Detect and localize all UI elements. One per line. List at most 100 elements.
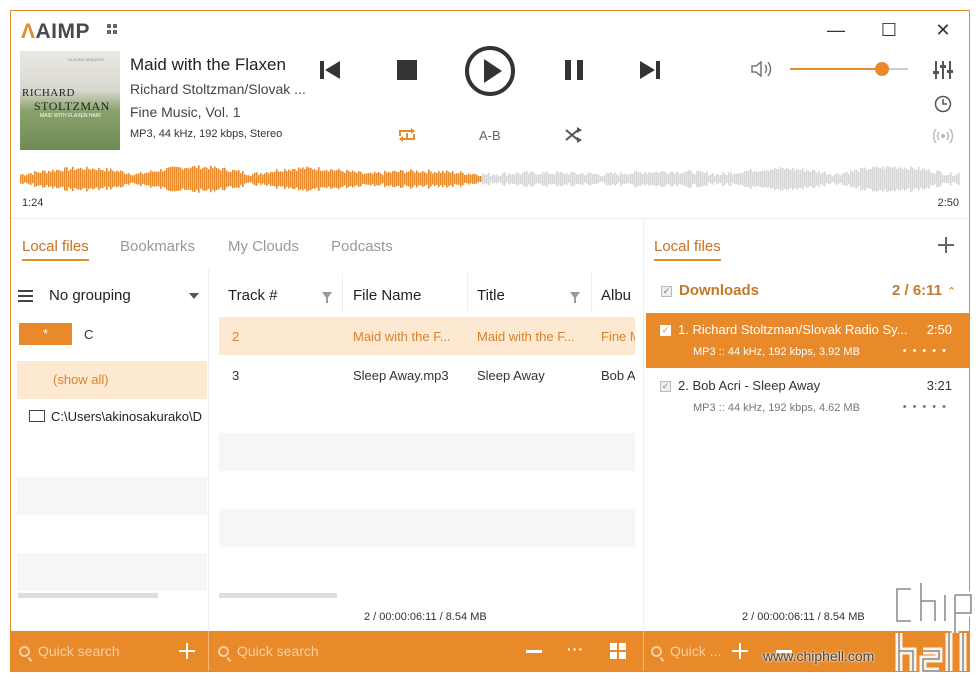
collapse-icon[interactable]: ⌃ bbox=[947, 285, 956, 298]
waveform-bar bbox=[652, 173, 654, 185]
grouping-select[interactable]: No grouping bbox=[49, 287, 131, 304]
waveform-bar bbox=[898, 167, 900, 191]
more-icon[interactable]: ··· bbox=[567, 641, 584, 657]
item-checkbox[interactable]: ✓ bbox=[660, 325, 671, 336]
group-checkbox[interactable]: ✓ bbox=[661, 286, 672, 297]
volume-knob[interactable] bbox=[875, 62, 890, 76]
waveform-bar bbox=[770, 169, 772, 189]
maximize-button[interactable]: ☐ bbox=[874, 19, 904, 41]
stop-button[interactable] bbox=[394, 57, 420, 83]
waveform-bar bbox=[108, 171, 110, 187]
folder-item[interactable]: C:\Users\akinosakurako\D bbox=[17, 409, 207, 429]
waveform-bar bbox=[472, 174, 474, 184]
repeat-button[interactable] bbox=[396, 125, 418, 145]
waveform-bar bbox=[210, 165, 212, 193]
waveform-bar bbox=[292, 168, 294, 190]
add-icon[interactable] bbox=[179, 643, 195, 659]
show-all-item[interactable]: (show all) bbox=[17, 361, 207, 399]
tab-podcasts[interactable]: Podcasts bbox=[331, 238, 393, 255]
play-button[interactable] bbox=[464, 45, 516, 97]
waveform-bar bbox=[496, 174, 498, 184]
volume-button[interactable] bbox=[750, 59, 774, 79]
waveform-bar bbox=[328, 171, 330, 187]
waveform-bar bbox=[758, 171, 760, 187]
rating-dots[interactable]: ••••• bbox=[903, 401, 952, 413]
filter-icon[interactable] bbox=[322, 292, 332, 303]
waveform-bar bbox=[918, 166, 920, 192]
waveform-bar bbox=[466, 174, 468, 184]
waveform-bar bbox=[282, 171, 284, 187]
playlist-item[interactable]: ✓ 1. Richard Stoltzman/Slovak Radio Sy..… bbox=[646, 313, 970, 368]
waveform-bar bbox=[318, 167, 320, 191]
column-header-track[interactable]: Track # bbox=[228, 287, 277, 304]
favorites-filter[interactable]: * bbox=[19, 323, 72, 345]
waveform-bar bbox=[506, 175, 508, 183]
waveform-bar bbox=[360, 171, 362, 187]
radio-button[interactable] bbox=[932, 125, 954, 147]
chevron-down-icon[interactable] bbox=[189, 293, 199, 299]
waveform-bar bbox=[798, 169, 800, 189]
waveform-bar bbox=[616, 173, 618, 185]
waveform-bar bbox=[574, 172, 576, 186]
waveform-bar bbox=[640, 172, 642, 186]
equalizer-button[interactable] bbox=[932, 59, 954, 81]
waveform-bar bbox=[500, 175, 502, 183]
table-row[interactable]: 3 Sleep Away.mp3 Sleep Away Bob A bbox=[219, 356, 635, 394]
scheduler-button[interactable] bbox=[932, 93, 954, 115]
drive-label[interactable]: C bbox=[84, 327, 93, 342]
waveform-bar bbox=[476, 174, 478, 184]
search-icon bbox=[19, 646, 30, 657]
item-checkbox[interactable]: ✓ bbox=[660, 381, 671, 392]
menu-icon[interactable] bbox=[107, 24, 117, 34]
playlist-tab-local-files[interactable]: Local files bbox=[654, 238, 721, 261]
waveform-bar bbox=[426, 173, 428, 185]
quick-search-right[interactable]: Quick ... bbox=[651, 643, 721, 659]
close-button[interactable]: ✕ bbox=[928, 19, 958, 41]
waveform-bar bbox=[850, 170, 852, 188]
column-header-album[interactable]: Albu bbox=[601, 287, 635, 304]
waveform-bar bbox=[718, 174, 720, 184]
waveform-bar bbox=[232, 169, 234, 189]
tab-bookmarks[interactable]: Bookmarks bbox=[120, 238, 195, 255]
add-playlist-icon[interactable] bbox=[938, 237, 954, 253]
waveform-seekbar[interactable] bbox=[20, 161, 960, 197]
view-grid-icon[interactable] bbox=[610, 643, 626, 659]
waveform-bar bbox=[170, 166, 172, 192]
remove-icon[interactable] bbox=[526, 650, 542, 653]
track-format: MP3, 44 kHz, 192 kbps, Stereo bbox=[130, 128, 283, 140]
add-icon[interactable] bbox=[732, 643, 748, 659]
waveform-bar bbox=[666, 173, 668, 185]
horizontal-scrollbar[interactable] bbox=[219, 593, 337, 598]
ab-repeat-button[interactable]: A-B bbox=[479, 128, 501, 143]
waveform-bar bbox=[820, 173, 822, 185]
shuffle-button[interactable] bbox=[563, 125, 585, 145]
quick-search-middle[interactable]: Quick search bbox=[218, 643, 319, 659]
volume-slider[interactable] bbox=[790, 62, 908, 76]
next-button[interactable] bbox=[637, 57, 663, 83]
waveform-bar bbox=[740, 173, 742, 185]
waveform-bar bbox=[196, 168, 198, 190]
filter-icon[interactable] bbox=[570, 292, 580, 303]
playlist-group-title[interactable]: Downloads bbox=[679, 282, 759, 299]
shuffle-icon bbox=[565, 127, 582, 143]
column-header-file-name[interactable]: File Name bbox=[353, 287, 421, 304]
column-header-title[interactable]: Title bbox=[477, 287, 505, 304]
playlist-item[interactable]: ✓ 2. Bob Acri - Sleep Away 3:21 MP3 :: 4… bbox=[646, 369, 970, 424]
tab-local-files[interactable]: Local files bbox=[22, 238, 89, 261]
pause-button[interactable] bbox=[561, 57, 587, 83]
quick-search-left[interactable]: Quick search bbox=[19, 643, 120, 659]
waveform-bar bbox=[294, 169, 296, 189]
waveform-bar bbox=[552, 173, 554, 185]
waveform-bar bbox=[880, 168, 882, 190]
waveform-bar bbox=[818, 170, 820, 188]
horizontal-scrollbar[interactable] bbox=[18, 593, 158, 598]
rating-dots[interactable]: ••••• bbox=[903, 345, 952, 357]
album-cover[interactable]: CLAUDE DEBUSSY RICHARD STOLTZMAN MAID WI… bbox=[20, 51, 120, 150]
table-row[interactable]: 2 Maid with the F... Maid with the F... … bbox=[219, 317, 635, 355]
minimize-button[interactable]: — bbox=[821, 19, 851, 41]
previous-button[interactable] bbox=[317, 57, 343, 83]
tab-my-clouds[interactable]: My Clouds bbox=[228, 238, 299, 255]
hamburger-icon[interactable] bbox=[18, 290, 33, 302]
waveform-bar bbox=[760, 171, 762, 187]
empty-row bbox=[219, 433, 635, 471]
